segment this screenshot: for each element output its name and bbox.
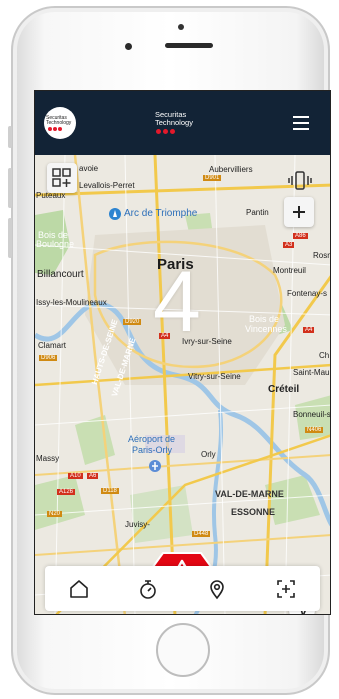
map-label: Orly xyxy=(201,450,216,459)
company-logo[interactable]: Securitas Technology xyxy=(44,107,76,139)
map-label: Montreuil xyxy=(273,266,306,275)
road-badge: D906 xyxy=(39,355,58,361)
volume-down-button xyxy=(8,218,12,258)
brand-title: Securitas Technology xyxy=(155,111,193,127)
scan-plus-icon xyxy=(276,579,295,598)
earpiece-speaker xyxy=(165,43,213,48)
road-badge: A126 xyxy=(57,489,76,495)
stopwatch-icon xyxy=(140,579,156,599)
grid-add-icon xyxy=(52,168,71,187)
map-label: avoie xyxy=(79,164,99,173)
map-label: Vincennes xyxy=(245,324,287,334)
countdown-counter: 4 xyxy=(153,254,201,350)
map-label: Clamart xyxy=(38,341,67,350)
map-label: Pantin xyxy=(246,208,269,217)
vibrate-button[interactable] xyxy=(285,166,315,196)
map-label: Bonneuil-su xyxy=(293,410,331,419)
map-label: ESSONNE xyxy=(231,507,276,517)
road-badge: A10 xyxy=(68,473,83,479)
front-camera xyxy=(125,43,132,50)
plus-icon xyxy=(293,206,305,218)
nav-timer[interactable] xyxy=(133,574,163,604)
road-badge: A4 xyxy=(303,327,315,333)
map-label: Paris-Orly xyxy=(132,445,172,455)
road-badge: A6 xyxy=(87,473,99,479)
map-label: Vitry-sur-Seine xyxy=(188,372,241,381)
home-icon xyxy=(70,579,89,598)
map-label: Levallois-Perret xyxy=(79,181,135,190)
map-label: Issy-les-Moulineaux xyxy=(36,298,107,307)
road-badge: N20 xyxy=(47,511,63,517)
bottom-nav xyxy=(45,566,320,611)
map-label: Billancourt xyxy=(37,269,84,280)
map-label: Saint-Maur-d xyxy=(293,368,330,377)
map-label-arc: Arc de Triomphe xyxy=(124,208,198,219)
hamburger-menu-icon[interactable] xyxy=(293,116,309,130)
logo-text: Securitas Technology xyxy=(46,115,72,126)
map-label: Boulogne xyxy=(36,239,75,249)
map-view[interactable]: D901 A86 A3 A4 D920 A4 D906 N406 A10 A6 … xyxy=(35,154,331,614)
nav-scan[interactable] xyxy=(271,574,301,604)
road-badge: D901 xyxy=(203,175,222,181)
nav-home[interactable] xyxy=(64,574,94,604)
proximity-sensor xyxy=(178,24,184,30)
map-label: Ch xyxy=(319,351,330,360)
map-label: VAL-DE-MARNE xyxy=(215,489,284,499)
logo-dots xyxy=(48,127,62,131)
map-label: Rosn xyxy=(313,251,331,260)
road-badge: N406 xyxy=(305,427,324,433)
app-header: Securitas Technology Securitas Technolog… xyxy=(35,91,330,155)
map-pin-icon xyxy=(210,579,224,599)
phone-vibrate-icon xyxy=(288,171,312,190)
map-label: Juvisy- xyxy=(125,520,150,529)
nav-location[interactable] xyxy=(202,574,232,604)
road-badge: D920 xyxy=(123,319,142,325)
home-hardware-button[interactable] xyxy=(156,623,210,677)
brand-dots xyxy=(156,129,175,134)
volume-up-button xyxy=(8,168,12,208)
map-label: Créteil xyxy=(268,384,300,395)
map-label: Massy xyxy=(36,454,60,463)
mute-switch xyxy=(8,126,12,148)
road-badge: A86 xyxy=(293,233,308,239)
brand-line-2: Technology xyxy=(155,118,193,127)
map-label: Fontenay-s xyxy=(287,289,328,298)
zoom-in-button[interactable] xyxy=(284,197,314,227)
map-label: Bois de xyxy=(249,314,280,324)
road-badge: A3 xyxy=(283,242,295,248)
map-label: Aéroport de xyxy=(128,434,176,444)
app-screen: D901 A86 A3 A4 D920 A4 D906 N406 A10 A6 … xyxy=(34,90,331,615)
map-label: Aubervilliers xyxy=(209,165,253,174)
road-badge: D448 xyxy=(192,531,211,537)
grid-add-button[interactable] xyxy=(47,163,77,193)
road-badge: D118 xyxy=(101,488,119,494)
